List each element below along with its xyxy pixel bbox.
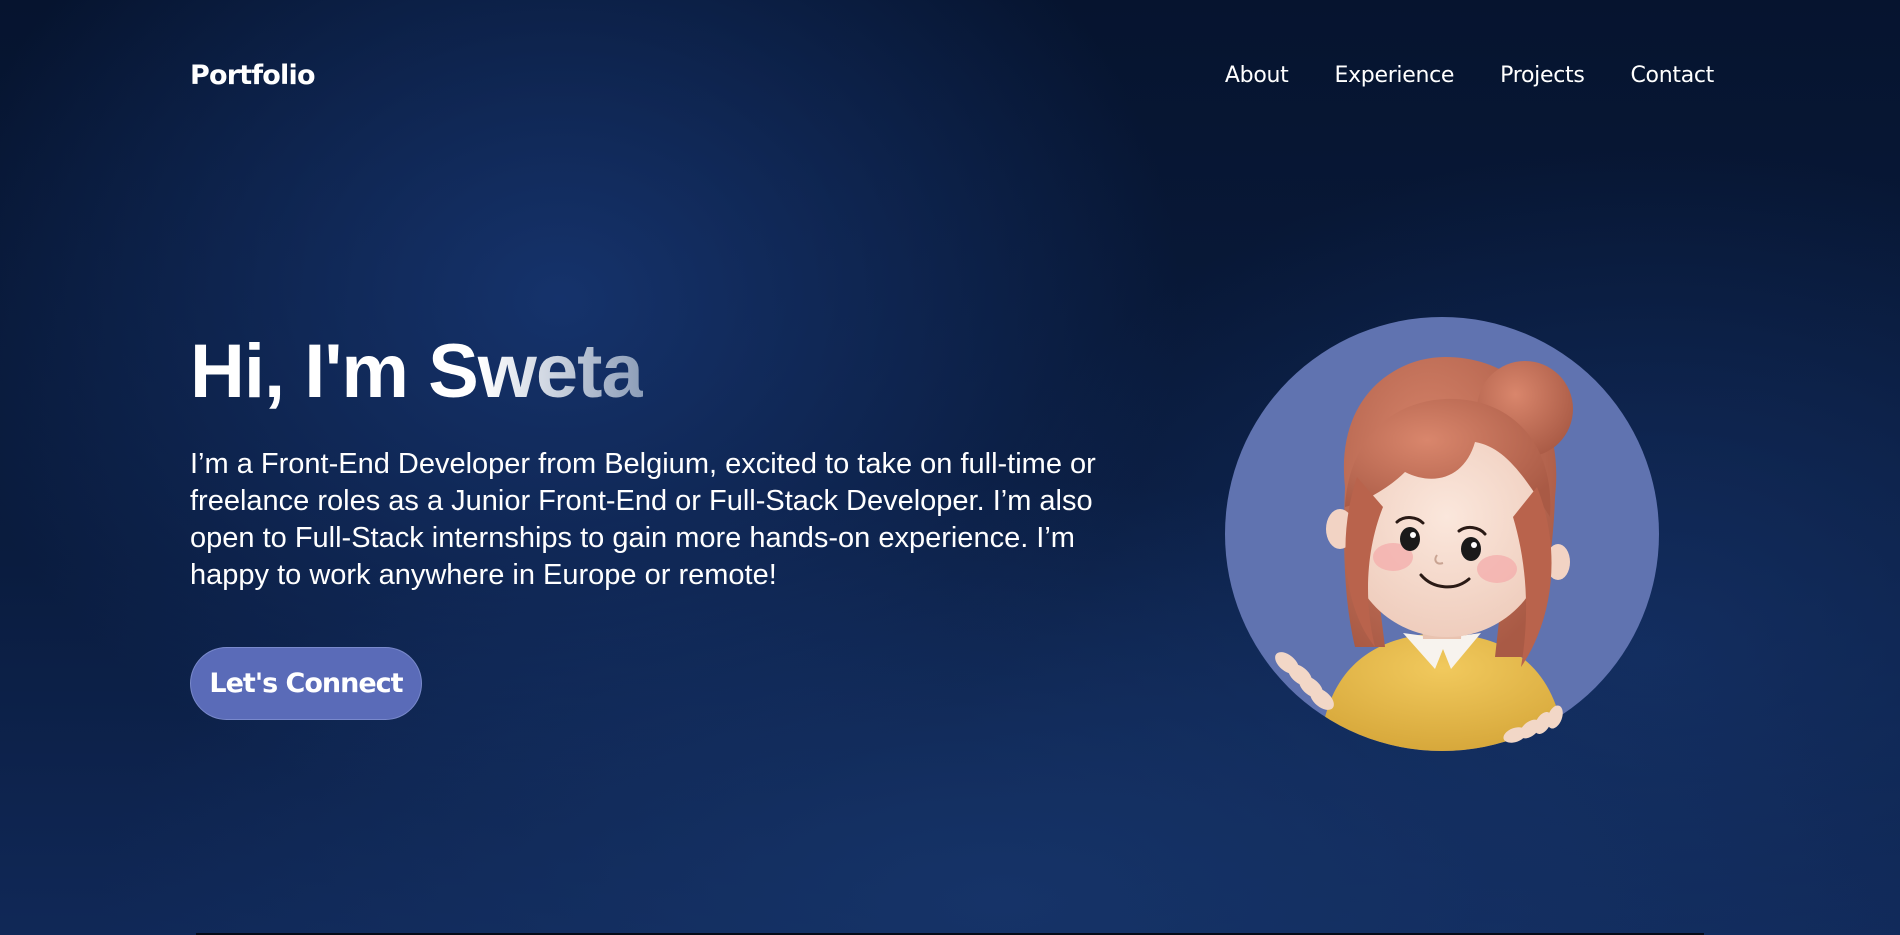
site-logo[interactable]: Portfolio <box>190 60 316 91</box>
hero-description: I’m a Front-End Developer from Belgium, … <box>190 448 1096 591</box>
avatar-illustration <box>1225 317 1659 751</box>
hero-title: Hi, I'm Sweta <box>190 329 644 414</box>
nav-links: About Experience Projects Contact <box>1225 63 1714 88</box>
lets-connect-button[interactable]: Let's Connect <box>190 647 422 720</box>
nav-link-projects[interactable]: Projects <box>1500 63 1585 88</box>
top-navbar: Portfolio About Experience Projects Cont… <box>190 52 1714 98</box>
nav-link-contact[interactable]: Contact <box>1631 63 1715 88</box>
nav-link-experience[interactable]: Experience <box>1334 63 1454 88</box>
nav-link-about[interactable]: About <box>1225 63 1289 88</box>
